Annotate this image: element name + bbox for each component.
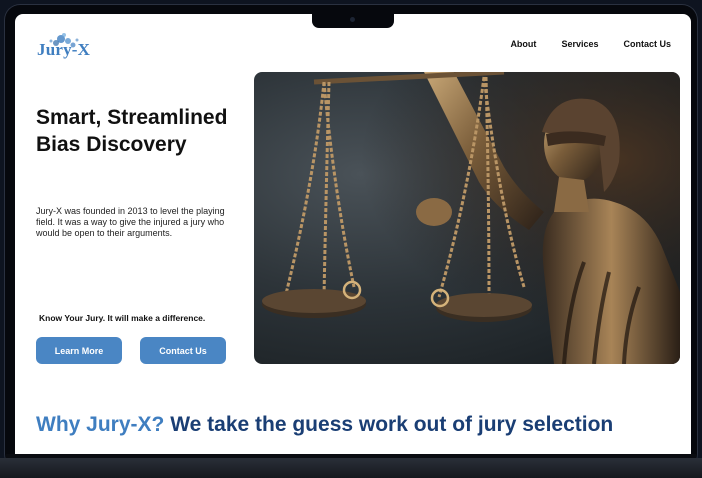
nav-about[interactable]: About (510, 39, 536, 49)
contact-us-button[interactable]: Contact Us (140, 337, 226, 364)
hero-description: Jury-X was founded in 2013 to level the … (36, 206, 225, 238)
nav-contact-us[interactable]: Contact Us (623, 39, 671, 49)
learn-more-button[interactable]: Learn More (36, 337, 122, 364)
main-nav: About Services Contact Us (510, 39, 671, 49)
website-screen: Jury-X About Services Contact Us Smart, … (15, 14, 691, 454)
why-heading-part2: We take the guess work out of jury selec… (170, 413, 614, 436)
hero-tagline: Know Your Jury. It will make a differenc… (39, 313, 206, 323)
why-heading-part1: Why Jury-X? (36, 413, 165, 436)
lady-justice-illustration (254, 72, 680, 364)
hero-image-lady-justice (254, 72, 680, 364)
laptop-notch (312, 13, 394, 28)
jury-x-logo[interactable]: Jury-X (35, 32, 95, 64)
camera-icon (350, 17, 355, 22)
why-jury-x-heading: Why Jury-X? We take the guess work out o… (36, 413, 613, 437)
laptop-base (0, 458, 702, 478)
hero-title: Smart, Streamlined Bias Discovery (36, 106, 228, 156)
logo-text: Jury-X (37, 40, 91, 59)
nav-services[interactable]: Services (561, 39, 598, 49)
